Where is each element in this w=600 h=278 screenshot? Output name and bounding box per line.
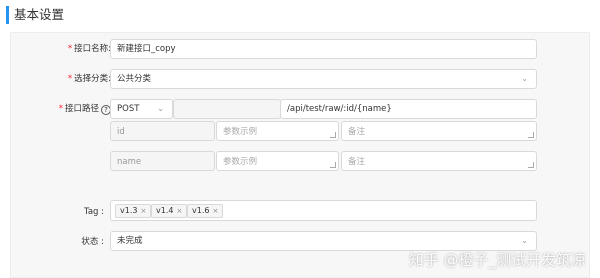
- tag-select[interactable]: v1.3 × v1.4 × v1.6 ×: [110, 200, 537, 221]
- param-example-placeholder: 参数示例: [223, 157, 258, 167]
- category-value: 公共分类: [117, 74, 152, 84]
- param-example-placeholder: 参数示例: [223, 127, 258, 137]
- resize-handle-icon[interactable]: [330, 162, 336, 168]
- close-icon[interactable]: ×: [176, 207, 182, 215]
- name-label-row: * 接口名称:: [31, 43, 111, 55]
- required-mark: *: [67, 44, 73, 54]
- resize-handle-icon[interactable]: [528, 162, 534, 168]
- tag-label-text: v1.4: [156, 206, 174, 215]
- param-note-placeholder: 备注: [348, 157, 366, 167]
- name-input[interactable]: 新建接口_copy: [110, 39, 537, 59]
- section-title: 基本设置: [14, 7, 65, 22]
- close-icon[interactable]: ×: [140, 207, 146, 215]
- watermark: 知乎 @橙子_测试开发筑凉: [408, 251, 586, 269]
- tag-chip: v1.6 ×: [187, 204, 224, 218]
- basic-settings-panel: * 接口名称: 新建接口_copy * 选择分类: 公共分类 ⌄ * 接口路径? PO…: [10, 32, 590, 278]
- param-name-field: id: [110, 121, 215, 141]
- section-accent-bar: [6, 6, 9, 24]
- method-value: POST: [117, 104, 140, 114]
- tag-label: Tag :: [84, 207, 104, 217]
- param-example-input[interactable]: 参数示例: [216, 151, 339, 171]
- status-select[interactable]: 未完成 ⌄: [110, 231, 537, 251]
- tag-chip: v1.3 ×: [115, 204, 152, 218]
- path-input[interactable]: /api/test/raw/:id/{name}: [280, 99, 537, 119]
- category-select[interactable]: 公共分类 ⌄: [110, 69, 537, 89]
- tag-label-text: v1.3: [120, 206, 138, 215]
- chevron-down-icon: ⌄: [521, 236, 528, 245]
- section-header: 基本设置: [0, 0, 600, 30]
- method-select[interactable]: POST ⌄: [110, 99, 173, 119]
- status-label: 状态 :: [81, 237, 104, 247]
- category-label: 选择分类:: [74, 74, 111, 84]
- chevron-down-icon: ⌄: [521, 74, 528, 83]
- close-icon[interactable]: ×: [212, 207, 218, 215]
- required-mark: *: [58, 104, 63, 114]
- param-note-input[interactable]: 备注: [341, 121, 537, 141]
- base-path-field: [173, 99, 281, 119]
- param-note-input[interactable]: 备注: [341, 151, 537, 171]
- name-label: 接口名称:: [74, 44, 111, 54]
- resize-handle-icon[interactable]: [528, 132, 534, 138]
- chevron-down-icon: ⌄: [157, 104, 164, 113]
- param-note-placeholder: 备注: [348, 127, 366, 137]
- path-label-row: * 接口路径?: [31, 103, 111, 115]
- status-value: 未完成: [117, 236, 143, 246]
- param-example-input[interactable]: 参数示例: [216, 121, 339, 141]
- path-label: 接口路径: [64, 104, 99, 114]
- tag-label-text: v1.6: [192, 206, 210, 215]
- required-mark: *: [67, 74, 73, 84]
- param-name-field: name: [110, 151, 215, 171]
- category-label-row: * 选择分类:: [31, 73, 111, 85]
- tag-chip: v1.4 ×: [151, 204, 188, 218]
- resize-handle-icon[interactable]: [330, 132, 336, 138]
